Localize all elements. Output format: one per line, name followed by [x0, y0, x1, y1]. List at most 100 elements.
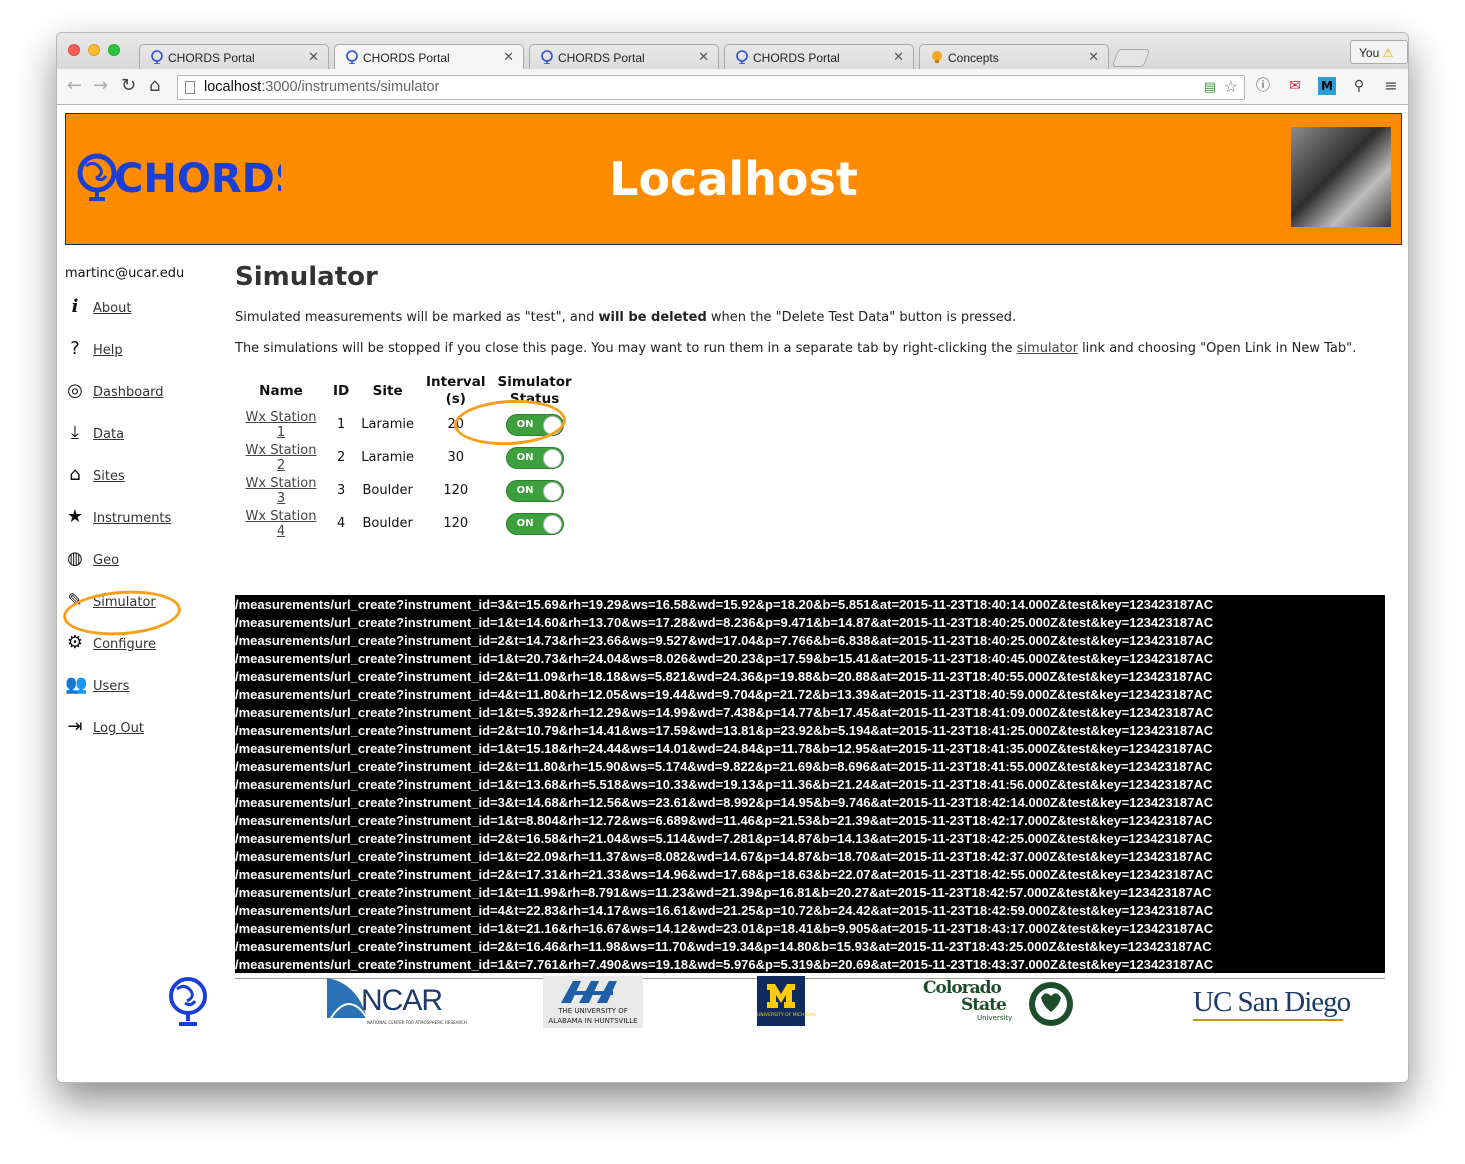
- table-row: Wx Station 3 3 Boulder 120 ON: [235, 474, 578, 507]
- tab-close-icon[interactable]: ✕: [503, 49, 514, 65]
- tab-close-icon[interactable]: ✕: [1088, 49, 1099, 65]
- sidebar-item-simulator[interactable]: ✎ Simulator: [65, 590, 225, 616]
- m-extension-icon[interactable]: M: [1318, 77, 1336, 95]
- tab-close-icon[interactable]: ✕: [698, 49, 709, 65]
- csu-wordmark-line: State: [961, 995, 1007, 1015]
- uah-text-line: THE UNIVERSITY OF: [558, 1007, 628, 1015]
- pin-extension-icon[interactable]: ⚲: [1350, 77, 1368, 95]
- sidebar-item-label[interactable]: Log Out: [93, 721, 144, 736]
- log-line: /measurements/url_create?instrument_id=2…: [235, 939, 1212, 954]
- browser-tab[interactable]: Concepts ✕: [919, 44, 1109, 69]
- feed-icon[interactable]: ▤: [1204, 79, 1216, 95]
- ucsd-logo[interactable]: UC San Diego: [1193, 986, 1353, 1021]
- log-line: /measurements/url_create?instrument_id=2…: [235, 633, 1214, 648]
- sidebar-item-users[interactable]: 👥 Users: [65, 674, 225, 700]
- reload-icon[interactable]: ↻: [121, 75, 136, 96]
- address-bar[interactable]: localhost:3000/instruments/simulator ▤ ☆: [177, 75, 1245, 100]
- profile-button[interactable]: You ⚠: [1350, 40, 1408, 64]
- csu-logo[interactable]: Colorado State University: [921, 978, 1081, 1030]
- status-cell: ON: [491, 507, 577, 540]
- close-window-button[interactable]: [68, 44, 80, 56]
- minimize-window-button[interactable]: [88, 44, 100, 56]
- sidebar-item-label[interactable]: Sites: [93, 469, 125, 484]
- sidebar-item-help[interactable]: ? Help: [65, 338, 225, 364]
- column-header-status: Simulator Status: [491, 374, 577, 408]
- sidebar-item-instruments[interactable]: ★ Instruments: [65, 506, 225, 532]
- umich-subtitle: UNIVERSITY OF MICHIGAN: [757, 1013, 816, 1018]
- sidebar-item-configure[interactable]: ⚙ Configure: [65, 632, 225, 658]
- sidebar-item-data[interactable]: ⤓ Data: [65, 422, 225, 448]
- main-panel: Simulator Simulated measurements will be…: [235, 262, 1395, 979]
- uah-logo[interactable]: THE UNIVERSITY OF ALABAMA IN HUNTSVILLE: [543, 976, 643, 1028]
- gmail-icon[interactable]: ✉: [1286, 77, 1304, 95]
- instrument-name: Wx Station 1: [235, 408, 327, 441]
- simulator-toggle[interactable]: ON: [505, 512, 564, 535]
- toggle-knob: [542, 448, 562, 468]
- simulator-log: /measurements/url_create?instrument_id=3…: [235, 595, 1385, 973]
- instrument-interval: 120: [443, 516, 469, 531]
- browser-tab[interactable]: CHORDS Portal ✕: [139, 44, 329, 69]
- users-icon: 👥: [65, 674, 88, 695]
- simulator-toggle[interactable]: ON: [505, 479, 564, 502]
- tab-close-icon[interactable]: ✕: [308, 49, 319, 65]
- menu-icon[interactable]: ≡: [1382, 77, 1400, 95]
- download-icon: ⤓: [71, 422, 79, 443]
- sidebar-item-label[interactable]: About: [93, 301, 131, 316]
- browser-tab[interactable]: CHORDS Portal ✕: [529, 44, 719, 69]
- browser-toolbar: ← → ↻ ⌂ localhost:3000/instruments/simul…: [57, 69, 1408, 105]
- sidebar-item-sites[interactable]: ⌂ Sites: [65, 464, 225, 490]
- sidebar-item-label[interactable]: Users: [93, 679, 129, 694]
- star-icon: ★: [66, 506, 84, 527]
- pencil-icon: ✎: [67, 590, 83, 611]
- sidebar-item-label[interactable]: Data: [93, 427, 124, 442]
- column-header-interval: Interval (s): [420, 374, 491, 408]
- chords-globe-logo[interactable]: [165, 976, 211, 1028]
- simulator-toggle[interactable]: ON: [505, 446, 564, 469]
- sidebar-item-label[interactable]: Help: [93, 343, 123, 358]
- instrument-interval: 120: [443, 483, 469, 498]
- instrument-link[interactable]: Wx Station 4: [246, 509, 317, 539]
- sidebar-item-logout[interactable]: ⇥ Log Out: [65, 716, 225, 742]
- browser-tab-active[interactable]: CHORDS Portal ✕: [334, 44, 524, 69]
- forward-arrow-icon[interactable]: →: [93, 75, 108, 96]
- tab-title: CHORDS Portal: [753, 51, 840, 65]
- log-line: /measurements/url_create?instrument_id=2…: [235, 867, 1214, 882]
- site-title: Localhost: [609, 152, 858, 206]
- ucsd-wordmark: UC San Diego: [1193, 986, 1351, 1018]
- sidebar: martinc@ucar.edu i About ? Help ◎ Dashbo…: [65, 266, 225, 737]
- log-line: /measurements/url_create?instrument_id=1…: [235, 921, 1214, 936]
- url-path: :3000/instruments/simulator: [261, 79, 440, 95]
- table-row: Wx Station 1 1 Laramie 20 ON: [235, 408, 578, 441]
- sidebar-item-about[interactable]: i About: [65, 296, 225, 322]
- umich-logo[interactable]: UNIVERSITY OF MICHIGAN: [757, 976, 816, 1026]
- sidebar-item-label[interactable]: Geo: [93, 553, 119, 568]
- browser-tab[interactable]: CHORDS Portal ✕: [724, 44, 914, 69]
- back-arrow-icon[interactable]: ←: [67, 75, 82, 96]
- zoom-window-button[interactable]: [108, 44, 120, 56]
- instrument-link[interactable]: Wx Station 2: [246, 443, 317, 473]
- sidebar-item-label[interactable]: Dashboard: [93, 385, 164, 400]
- tab-strip: CHORDS Portal ✕ CHORDS Portal ✕ CHORDS P…: [57, 33, 1408, 69]
- sidebar-item-dashboard[interactable]: ◎ Dashboard: [65, 380, 225, 406]
- sidebar-item-label[interactable]: Simulator: [93, 595, 156, 610]
- info-extension-icon[interactable]: ⓘ: [1254, 77, 1272, 95]
- simulator-toggle[interactable]: ON: [505, 413, 564, 436]
- sidebar-item-geo[interactable]: ◍ Geo: [65, 548, 225, 574]
- simulator-link[interactable]: simulator: [1017, 341, 1078, 356]
- csu-ram-seal-icon: [1029, 982, 1073, 1026]
- bookmark-star-icon[interactable]: ☆: [1224, 77, 1238, 97]
- tab-title: CHORDS Portal: [363, 51, 450, 65]
- home-icon[interactable]: ⌂: [149, 75, 160, 96]
- sidebar-item-label[interactable]: Instruments: [93, 511, 171, 526]
- warning-icon: ⚠: [1382, 46, 1394, 60]
- sidebar-item-label[interactable]: Configure: [93, 637, 156, 652]
- table-row: Wx Station 2 2 Laramie 30 ON: [235, 441, 578, 474]
- tab-close-icon[interactable]: ✕: [893, 49, 904, 65]
- ncar-logo[interactable]: NCAR NATIONAL CENTER FOR ATMOSPHERIC RES…: [327, 978, 467, 1028]
- instrument-link[interactable]: Wx Station 1: [246, 410, 317, 440]
- instrument-link[interactable]: Wx Station 3: [246, 476, 317, 506]
- uah-mark-icon: [561, 981, 617, 1003]
- profile-label: You: [1359, 46, 1380, 60]
- site-banner: CHORDS Localhost: [65, 113, 1402, 245]
- new-tab-button[interactable]: [1111, 49, 1151, 67]
